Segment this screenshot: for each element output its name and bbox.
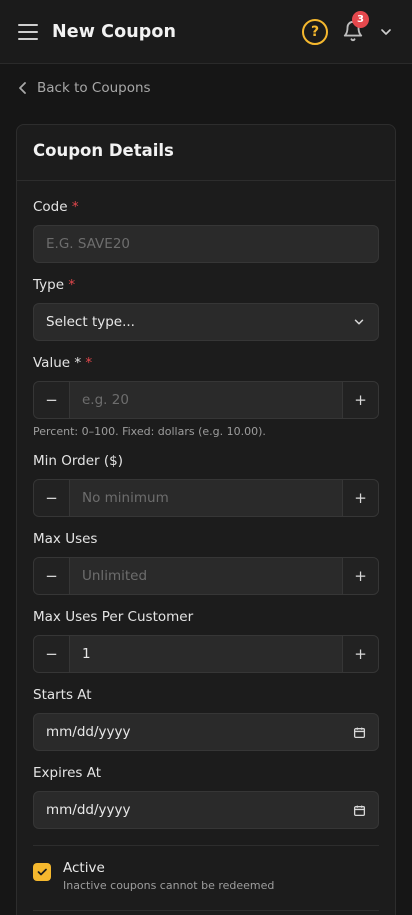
value-label: Value * * [33,355,93,371]
code-label: Code * [33,199,79,215]
max-uses-input[interactable]: Unlimited [70,558,342,594]
min-order-stepper: − No minimum + [33,479,379,517]
max-uses-per-customer-input[interactable]: 1 [70,636,342,672]
code-placeholder: E.G. SAVE20 [46,236,130,252]
required-mark: * [71,199,79,215]
required-mark: * [68,277,76,293]
decrement-button[interactable]: − [34,382,70,418]
page-title: New Coupon [52,21,177,42]
max-uses-label: Max Uses [33,531,98,547]
active-label: Active [63,860,105,876]
chevron-down-icon [381,28,391,35]
help-icon[interactable]: ? [302,18,328,45]
starts-at-field-group: Starts At mm/dd/yyyy [33,685,379,763]
max-uses-placeholder: Unlimited [82,568,148,584]
type-field-group: Type * Select type... [33,275,379,353]
account-dropdown-button[interactable] [376,22,396,42]
calendar-icon[interactable] [353,726,366,739]
expires-at-date-input[interactable]: mm/dd/yyyy [33,791,379,829]
active-checkbox-row: Active Inactive coupons cannot be redeem… [33,846,379,892]
decrement-button[interactable]: − [34,480,70,516]
value-hint: Percent: 0–100. Fixed: dollars (e.g. 10.… [33,425,266,438]
back-to-coupons-link[interactable]: Back to Coupons [18,80,151,96]
min-order-field-group: Min Order ($) − No minimum + [33,451,379,529]
min-order-placeholder: No minimum [82,490,169,506]
chevron-left-icon [19,82,26,94]
checkmark-icon [37,868,47,876]
type-selected-value: Select type... [46,314,135,330]
increment-button[interactable]: + [342,382,378,418]
max-uses-per-customer-stepper: − 1 + [33,635,379,673]
value-input[interactable]: e.g. 20 [70,382,342,418]
value-field-group: Value * * − e.g. 20 + Percent: 0–100. Fi… [33,353,379,451]
max-uses-field-group: Max Uses − Unlimited + [33,529,379,607]
code-field-group: Code * E.G. SAVE20 [33,197,379,275]
expires-at-value: mm/dd/yyyy [46,802,131,818]
max-uses-per-customer-label: Max Uses Per Customer [33,609,194,625]
card-title: Coupon Details [33,141,174,160]
decrement-button[interactable]: − [34,558,70,594]
type-select[interactable]: Select type... [33,303,379,341]
app-root: New Coupon ? 3 Back to Coupons Coupon De… [0,0,412,915]
active-checkbox-text: Active Inactive coupons cannot be redeem… [63,860,274,892]
notifications-button[interactable]: 3 [342,10,369,44]
min-order-input[interactable]: No minimum [70,480,342,516]
max-uses-stepper: − Unlimited + [33,557,379,595]
min-order-label: Min Order ($) [33,453,124,469]
increment-button[interactable]: + [342,636,378,672]
expires-at-field-group: Expires At mm/dd/yyyy [33,763,379,845]
increment-button[interactable]: + [342,558,378,594]
expires-at-label: Expires At [33,765,102,781]
calendar-icon[interactable] [353,804,366,817]
starts-at-label: Starts At [33,687,92,703]
starts-at-value: mm/dd/yyyy [46,724,131,740]
required-mark: * [85,355,93,371]
max-uses-per-customer-field-group: Max Uses Per Customer − 1 + [33,607,379,685]
chevron-down-icon [354,319,364,325]
back-link-label: Back to Coupons [37,80,151,96]
increment-button[interactable]: + [342,480,378,516]
starts-at-date-input[interactable]: mm/dd/yyyy [33,713,379,751]
notification-badge: 3 [352,10,369,28]
value-placeholder: e.g. 20 [82,392,129,408]
section-divider [33,910,379,911]
active-checkbox[interactable] [33,863,51,881]
type-label: Type * [33,277,76,293]
active-description: Inactive coupons cannot be redeemed [63,879,275,892]
coupon-details-card: Coupon Details Code * E.G. SAVE20 Type *… [16,124,396,915]
card-header: Coupon Details [17,125,395,181]
code-input[interactable]: E.G. SAVE20 [33,225,379,263]
top-header: New Coupon ? 3 [0,0,412,64]
card-body: Code * E.G. SAVE20 Type * Select type... [17,181,395,911]
value-stepper: − e.g. 20 + [33,381,379,419]
decrement-button[interactable]: − [34,636,70,672]
hamburger-menu-icon[interactable] [18,23,38,40]
